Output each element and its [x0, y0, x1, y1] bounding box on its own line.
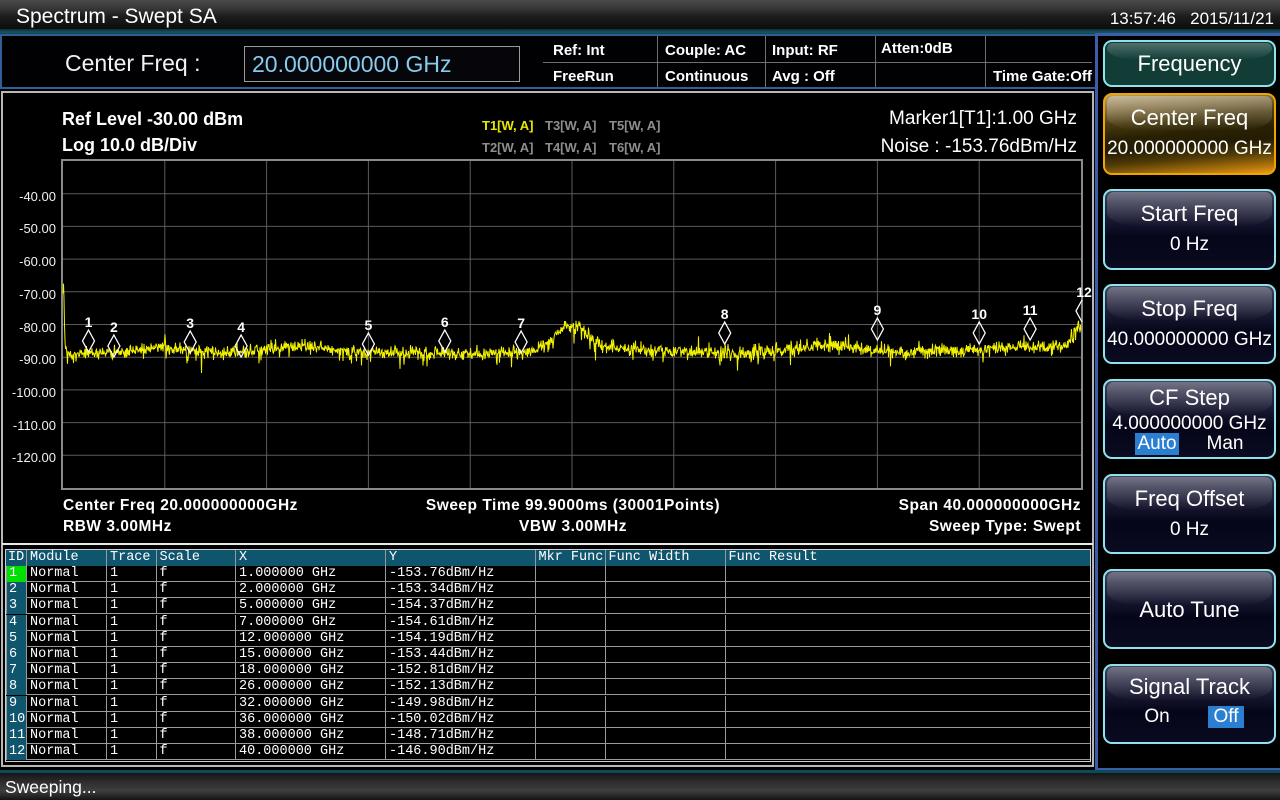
svg-text:1: 1 [85, 314, 93, 330]
svg-text:10: 10 [971, 306, 987, 322]
svg-text:2: 2 [110, 319, 118, 335]
svg-text:4: 4 [237, 319, 245, 335]
svg-text:11: 11 [1023, 302, 1038, 318]
svg-text:12: 12 [1076, 284, 1092, 300]
svg-text:5: 5 [365, 317, 373, 333]
svg-text:8: 8 [721, 306, 729, 322]
svg-text:9: 9 [874, 302, 882, 318]
svg-text:7: 7 [517, 315, 525, 331]
svg-text:3: 3 [186, 315, 194, 331]
svg-text:6: 6 [441, 314, 449, 330]
